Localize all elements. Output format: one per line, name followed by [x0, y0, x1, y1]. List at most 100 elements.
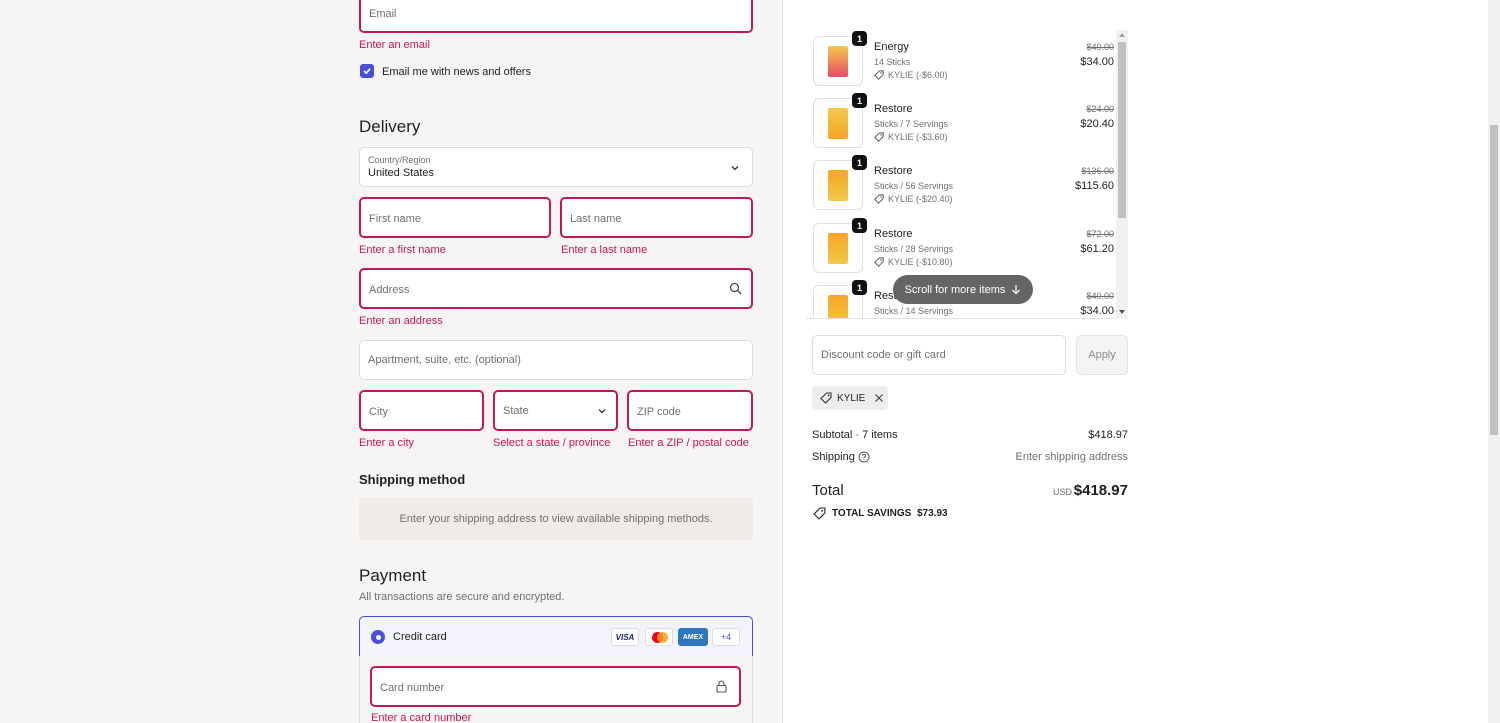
- items-scrollbar-thumb[interactable]: [1118, 42, 1126, 218]
- city-error: Enter a city: [359, 437, 415, 449]
- item-discount: KYLIE (-$10.80): [874, 257, 953, 267]
- scroll-down-arrow-icon[interactable]: [1118, 308, 1126, 316]
- chevron-down-icon: [598, 409, 606, 414]
- country-value: United States: [368, 167, 435, 179]
- search-icon[interactable]: [729, 282, 742, 295]
- panel-divider: [782, 0, 783, 723]
- tag-icon: [874, 257, 884, 267]
- item-original-price: $24.00: [1086, 104, 1114, 114]
- page-scrollbar[interactable]: [1488, 0, 1500, 723]
- product-thumbnail: 1: [813, 155, 867, 210]
- quantity-badge: 1: [852, 93, 867, 108]
- applied-code-tag: KYLIE: [812, 386, 888, 410]
- product-thumbnail: 1: [813, 31, 867, 86]
- item-price: $115.60: [1075, 180, 1114, 192]
- quantity-badge: 1: [852, 31, 867, 46]
- item-name: Restore: [874, 103, 913, 115]
- tag-icon: [874, 194, 884, 204]
- scroll-up-arrow-icon[interactable]: [1118, 31, 1126, 39]
- quantity-badge: 1: [852, 155, 867, 170]
- product-thumbnail: 1: [813, 93, 867, 148]
- last-name-error: Enter a last name: [561, 244, 648, 256]
- state-select[interactable]: State: [493, 390, 618, 431]
- address-error: Enter an address: [359, 315, 443, 327]
- apartment-field[interactable]: Apartment, suite, etc. (optional): [359, 340, 753, 380]
- chevron-down-icon: [731, 166, 739, 171]
- item-price: $34.00: [1080, 56, 1114, 68]
- credit-card-option[interactable]: Credit card VISA AMEX +4: [359, 616, 753, 657]
- discount-code-input[interactable]: Discount code or gift card: [812, 335, 1066, 375]
- email-placeholder: Email: [369, 8, 397, 20]
- item-original-price: $136.00: [1081, 166, 1114, 176]
- tag-icon: [874, 132, 884, 142]
- discount-code-placeholder: Discount code or gift card: [821, 349, 946, 361]
- shipping-notice-box: Enter your shipping address to view avai…: [359, 497, 753, 540]
- credit-card-radio[interactable]: [371, 630, 385, 644]
- total-value: $418.97: [1073, 482, 1128, 499]
- country-label: Country/Region: [368, 155, 431, 165]
- state-placeholder: State: [503, 405, 529, 417]
- card-number-error: Enter a card number: [371, 712, 472, 723]
- item-original-price: $40.00: [1086, 291, 1114, 301]
- shipping-notice: Enter your shipping address to view avai…: [399, 512, 713, 525]
- item-name: Restore: [874, 165, 913, 177]
- checkmark-icon: [363, 68, 371, 75]
- item-discount: KYLIE (-$20.40): [874, 194, 953, 204]
- credit-card-label: Credit card: [393, 631, 447, 643]
- shipping-method-heading: Shipping method: [359, 472, 466, 487]
- first-name-error: Enter a first name: [359, 244, 446, 256]
- amex-icon: AMEX: [678, 628, 708, 646]
- first-name-placeholder: First name: [369, 213, 421, 225]
- item-description: 14 Sticks: [874, 57, 911, 67]
- item-description: Sticks / 56 Servings: [874, 181, 954, 191]
- visa-icon: VISA: [611, 628, 639, 646]
- item-discount-label: KYLIE (-$3.60): [888, 132, 948, 142]
- zip-placeholder: ZIP code: [637, 406, 681, 418]
- quantity-badge: 1: [852, 218, 867, 233]
- close-icon[interactable]: [874, 393, 884, 403]
- items-scrollbar[interactable]: [1116, 30, 1128, 319]
- email-error: Enter an email: [359, 39, 430, 51]
- item-original-price: $72.00: [1086, 229, 1114, 239]
- city-field[interactable]: City: [359, 390, 484, 431]
- item-price: $20.40: [1080, 118, 1114, 130]
- tag-icon: [813, 507, 826, 520]
- tag-icon: [874, 70, 884, 80]
- item-discount: KYLIE (-$3.60): [874, 132, 948, 142]
- page-scrollbar-thumb[interactable]: [1490, 125, 1498, 435]
- apartment-placeholder: Apartment, suite, etc. (optional): [368, 354, 521, 366]
- state-error: Select a state / province: [493, 437, 611, 449]
- newsletter-label[interactable]: Email me with news and offers: [382, 66, 531, 78]
- card-number-placeholder: Card number: [380, 682, 445, 694]
- email-field[interactable]: Email: [359, 0, 753, 33]
- savings-label: TOTAL SAVINGS: [832, 508, 912, 519]
- total-label: Total: [812, 482, 844, 499]
- tag-icon: [820, 392, 832, 404]
- help-circle-icon[interactable]: [858, 451, 870, 463]
- scroll-more-hint[interactable]: Scroll for more items: [893, 275, 1033, 304]
- zip-field[interactable]: ZIP code: [627, 390, 753, 431]
- applied-code-label: KYLIE: [837, 392, 866, 404]
- address-field[interactable]: Address: [359, 268, 753, 309]
- item-price: $34.00: [1080, 305, 1114, 317]
- subtotal-value: $418.97: [1088, 429, 1128, 441]
- payment-subtitle: All transactions are secure and encrypte…: [359, 591, 565, 603]
- last-name-field[interactable]: Last name: [560, 197, 753, 238]
- apply-button[interactable]: Apply: [1076, 335, 1128, 375]
- item-discount-label: KYLIE (-$10.80): [888, 257, 953, 267]
- item-discount-label: KYLIE (-$20.40): [888, 194, 953, 204]
- item-original-price: $40.00: [1086, 42, 1114, 52]
- newsletter-checkbox[interactable]: [360, 64, 374, 78]
- subtotal-label: Subtotal · 7 items: [812, 429, 898, 441]
- item-name: Energy: [874, 41, 909, 53]
- product-thumbnail: 1: [813, 280, 867, 318]
- item-price: $61.20: [1080, 243, 1114, 255]
- card-number-field[interactable]: Card number: [370, 666, 741, 707]
- first-name-field[interactable]: First name: [359, 197, 551, 238]
- zip-error: Enter a ZIP / postal code: [628, 437, 749, 449]
- country-select[interactable]: Country/Region United States: [359, 147, 753, 187]
- city-placeholder: City: [369, 406, 388, 418]
- more-brands-badge: +4: [712, 628, 740, 646]
- savings-value: $73.93: [917, 508, 948, 519]
- item-discount-label: KYLIE (-$6.00): [888, 70, 948, 80]
